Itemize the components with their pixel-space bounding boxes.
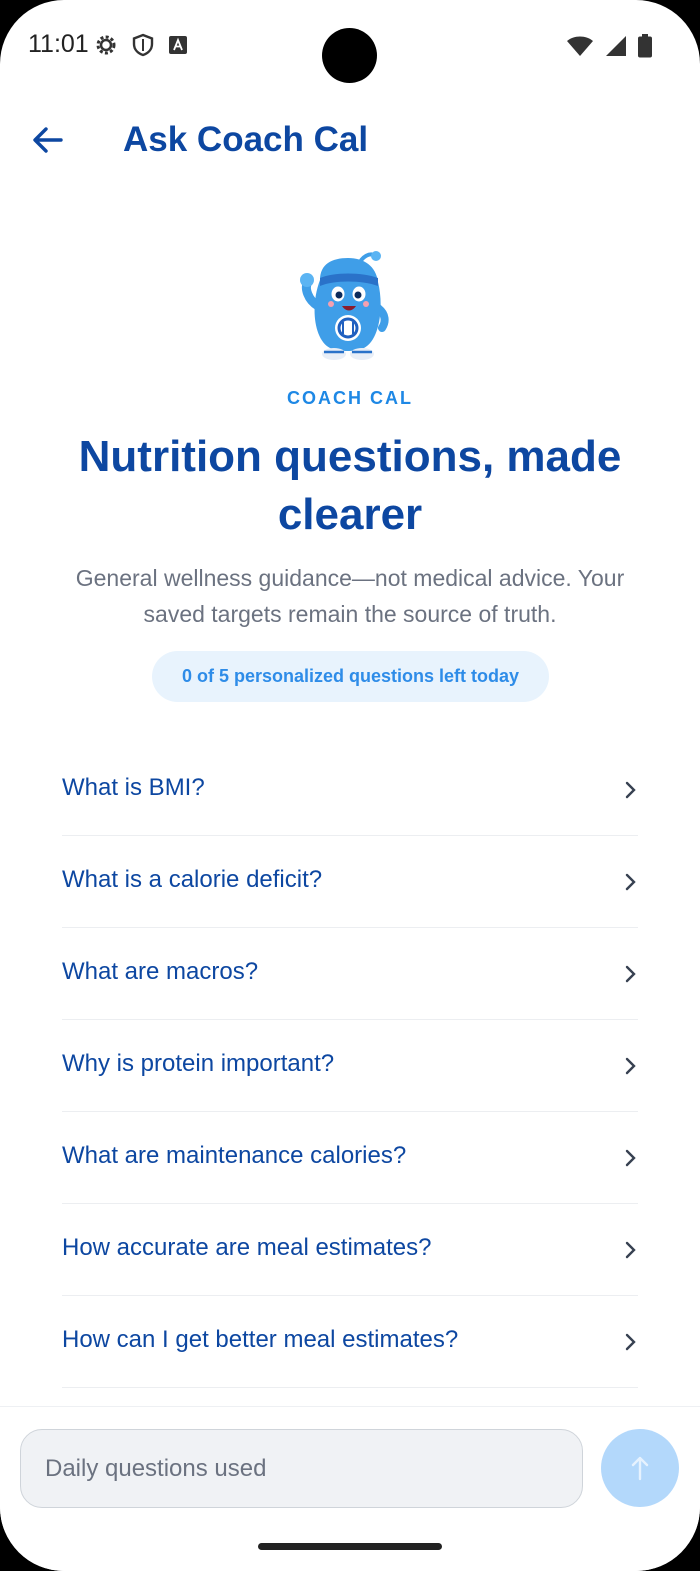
quota-badge: 0 of 5 personalized questions left today	[152, 651, 549, 702]
question-label: What are maintenance calories?	[62, 1142, 407, 1169]
app-bar: Ask Coach Cal	[0, 100, 700, 180]
battery-icon	[638, 34, 652, 63]
arrow-up-icon	[631, 1456, 649, 1481]
coach-cal-mascot	[298, 248, 394, 364]
chevron-right-icon	[625, 781, 636, 799]
chevron-right-icon	[625, 1057, 636, 1075]
camera-cutout	[322, 28, 377, 83]
settings-icon	[94, 33, 118, 62]
shield-icon	[132, 33, 154, 62]
send-button[interactable]	[601, 1429, 679, 1507]
question-label: How can I get better meal estimates?	[62, 1326, 459, 1353]
chevron-right-icon	[625, 1333, 636, 1351]
text-a-icon	[168, 35, 188, 60]
home-indicator[interactable]	[258, 1543, 442, 1550]
signal-icon	[604, 35, 628, 62]
question-label: How accurate are meal estimates?	[62, 1234, 432, 1261]
question-item-protein[interactable]: Why is protein important?	[62, 1020, 638, 1112]
question-item-meal-accuracy[interactable]: How accurate are meal estimates?	[62, 1204, 638, 1296]
question-item-better-estimates[interactable]: How can I get better meal estimates?	[62, 1296, 638, 1388]
question-item-bmi[interactable]: What is BMI?	[62, 744, 638, 836]
chevron-right-icon	[625, 1149, 636, 1167]
status-icons-left	[94, 33, 188, 62]
wifi-icon	[566, 35, 594, 62]
coach-tag: COACH CAL	[287, 388, 413, 408]
question-item-macros[interactable]: What are macros?	[62, 928, 638, 1020]
chevron-right-icon	[625, 965, 636, 983]
question-input[interactable]: Daily questions used	[20, 1429, 583, 1508]
arrow-left-icon	[33, 127, 63, 153]
status-bar: 11:01	[0, 0, 700, 92]
disclaimer-text: General wellness guidance—not medical ad…	[75, 565, 625, 627]
question-label: What is a calorie deficit?	[62, 866, 323, 893]
question-label: What are macros?	[62, 958, 259, 985]
question-list: What is BMI? What is a calorie deficit? …	[62, 744, 638, 1388]
status-time: 11:01	[28, 30, 89, 58]
page-title: Ask Coach Cal	[123, 120, 369, 159]
question-item-calorie-deficit[interactable]: What is a calorie deficit?	[62, 836, 638, 928]
back-button[interactable]	[26, 118, 70, 162]
headline: Nutrition questions, made clearer	[78, 432, 622, 539]
question-item-maintenance-calories[interactable]: What are maintenance calories?	[62, 1112, 638, 1204]
phone-screen: 11:01 Ask Coach Cal COACH CAL Nutrition …	[0, 0, 700, 1571]
question-label: Why is protein important?	[62, 1050, 335, 1077]
status-icons-right	[566, 34, 652, 63]
chevron-right-icon	[625, 1241, 636, 1259]
chevron-right-icon	[625, 873, 636, 891]
question-label: What is BMI?	[62, 774, 205, 801]
